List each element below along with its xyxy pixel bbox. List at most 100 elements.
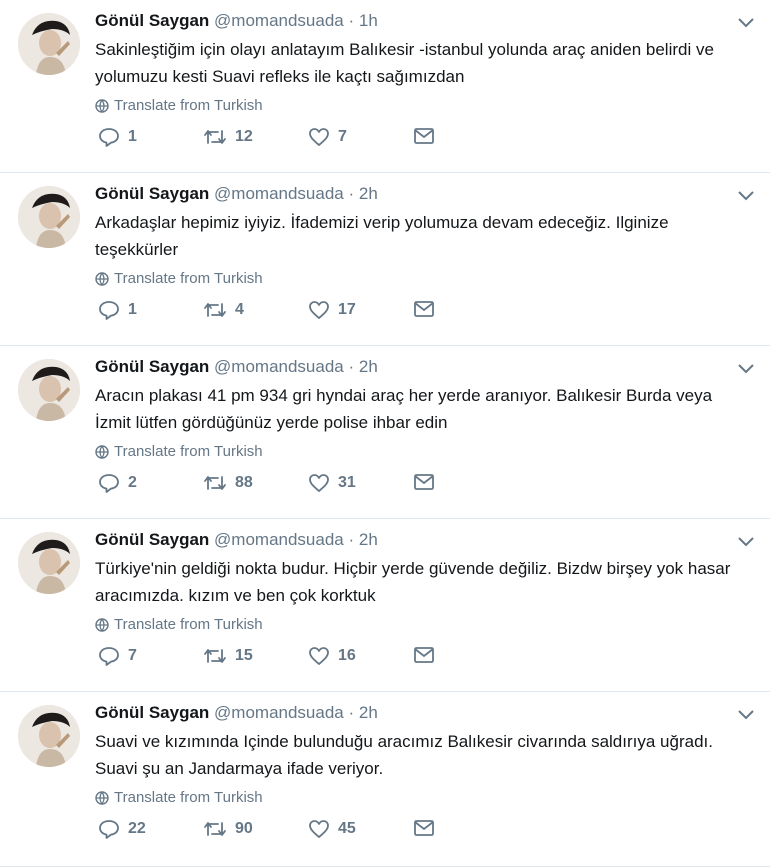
author-name[interactable]: Gönül Saygan [95,11,209,30]
tweet[interactable]: Gönül Saygan @momandsuada · 2h Arkadaşla… [0,173,770,346]
translate-link[interactable]: Translate from Turkish [95,97,263,114]
reply-count: 1 [128,128,137,145]
reply-icon [99,301,119,320]
retweet-count: 88 [235,474,253,491]
retweet-button[interactable]: 90 [203,819,253,839]
envelope-icon [414,301,434,317]
retweet-count: 12 [235,128,253,145]
retweet-icon [204,130,226,144]
reply-icon [99,474,119,493]
chevron-down-icon[interactable] [736,706,756,722]
retweet-icon [204,822,226,836]
like-button[interactable]: 16 [308,646,356,666]
retweet-icon [204,649,226,663]
globe-icon [95,444,109,459]
reply-button[interactable]: 1 [98,127,137,147]
author-handle[interactable]: @momandsuada [214,703,344,722]
reply-button[interactable]: 22 [98,819,146,839]
retweet-count: 4 [235,301,244,318]
reply-count: 2 [128,474,137,491]
translate-label: Translate from Turkish [114,270,263,287]
retweet-button[interactable]: 15 [203,646,253,666]
direct-message-button[interactable] [413,300,435,318]
like-button[interactable]: 7 [308,127,347,147]
like-button[interactable]: 17 [308,300,356,320]
heart-icon [309,820,329,838]
separator-dot: · [348,357,355,376]
translate-link[interactable]: Translate from Turkish [95,789,263,806]
retweet-button[interactable]: 4 [203,300,244,320]
direct-message-button[interactable] [413,127,435,145]
heart-icon [309,647,329,665]
author-handle[interactable]: @momandsuada [214,357,344,376]
like-button[interactable]: 31 [308,473,356,493]
separator-dot: · [348,11,355,30]
separator-dot: · [348,530,355,549]
globe-icon [95,98,109,113]
chevron-down-icon[interactable] [736,187,756,203]
tweet[interactable]: Gönül Saygan @momandsuada · 2h Aracın pl… [0,346,770,519]
reply-icon [99,820,119,839]
avatar[interactable] [18,13,80,75]
avatar[interactable] [18,532,80,594]
retweet-icon [204,476,226,490]
tweet-header: Gönül Saygan @momandsuada · 2h [95,529,378,551]
translate-link[interactable]: Translate from Turkish [95,270,263,287]
reply-button[interactable]: 7 [98,646,137,666]
direct-message-button[interactable] [413,646,435,664]
translate-label: Translate from Turkish [114,97,263,114]
tweet-header: Gönül Saygan @momandsuada · 1h [95,10,378,32]
tweet-feed: Gönül Saygan @momandsuada · 1h Sakinleşt… [0,0,770,867]
retweet-button[interactable]: 12 [203,127,253,147]
author-handle[interactable]: @momandsuada [214,11,344,30]
like-button[interactable]: 45 [308,819,356,839]
direct-message-button[interactable] [413,819,435,837]
avatar[interactable] [18,186,80,248]
avatar[interactable] [18,705,80,767]
author-name[interactable]: Gönül Saygan [95,530,209,549]
tweet[interactable]: Gönül Saygan @momandsuada · 1h Sakinleşt… [0,0,770,173]
retweet-button[interactable]: 88 [203,473,253,493]
like-count: 17 [338,301,356,318]
timestamp[interactable]: 2h [359,530,378,549]
avatar[interactable] [18,359,80,421]
translate-link[interactable]: Translate from Turkish [95,616,263,633]
tweet-text: Arkadaşlar hepimiz iyiyiz. İfademizi ver… [95,213,669,259]
timestamp[interactable]: 1h [359,11,378,30]
tweet-header: Gönül Saygan @momandsuada · 2h [95,183,378,205]
timestamp[interactable]: 2h [359,703,378,722]
reply-button[interactable]: 1 [98,300,137,320]
like-count: 7 [338,128,347,145]
author-handle[interactable]: @momandsuada [214,184,344,203]
retweet-icon [204,303,226,317]
reply-icon [99,128,119,147]
tweet[interactable]: Gönül Saygan @momandsuada · 2h Suavi ve … [0,692,770,867]
translate-label: Translate from Turkish [114,443,263,460]
reply-count: 7 [128,647,137,664]
chevron-down-icon[interactable] [736,533,756,549]
chevron-down-icon[interactable] [736,360,756,376]
like-count: 16 [338,647,356,664]
author-handle[interactable]: @momandsuada [214,530,344,549]
timestamp[interactable]: 2h [359,357,378,376]
timestamp[interactable]: 2h [359,184,378,203]
heart-icon [309,128,329,146]
envelope-icon [414,647,434,663]
envelope-icon [414,474,434,490]
heart-icon [309,474,329,492]
author-name[interactable]: Gönül Saygan [95,184,209,203]
tweet[interactable]: Gönül Saygan @momandsuada · 2h Türkiye'n… [0,519,770,692]
translate-link[interactable]: Translate from Turkish [95,443,263,460]
tweet-header: Gönül Saygan @momandsuada · 2h [95,356,378,378]
author-name[interactable]: Gönül Saygan [95,703,209,722]
tweet-text: Sakinleştiğim için olayı anlatayım Balık… [95,40,714,86]
author-name[interactable]: Gönül Saygan [95,357,209,376]
reply-icon [99,647,119,666]
reply-button[interactable]: 2 [98,473,137,493]
reply-count: 1 [128,301,137,318]
tweet-text: Aracın plakası 41 pm 934 gri hyndai araç… [95,386,713,432]
envelope-icon [414,128,434,144]
tweet-text: Türkiye'nin geldiği nokta budur. Hiçbir … [95,559,731,605]
direct-message-button[interactable] [413,473,435,491]
chevron-down-icon[interactable] [736,14,756,30]
